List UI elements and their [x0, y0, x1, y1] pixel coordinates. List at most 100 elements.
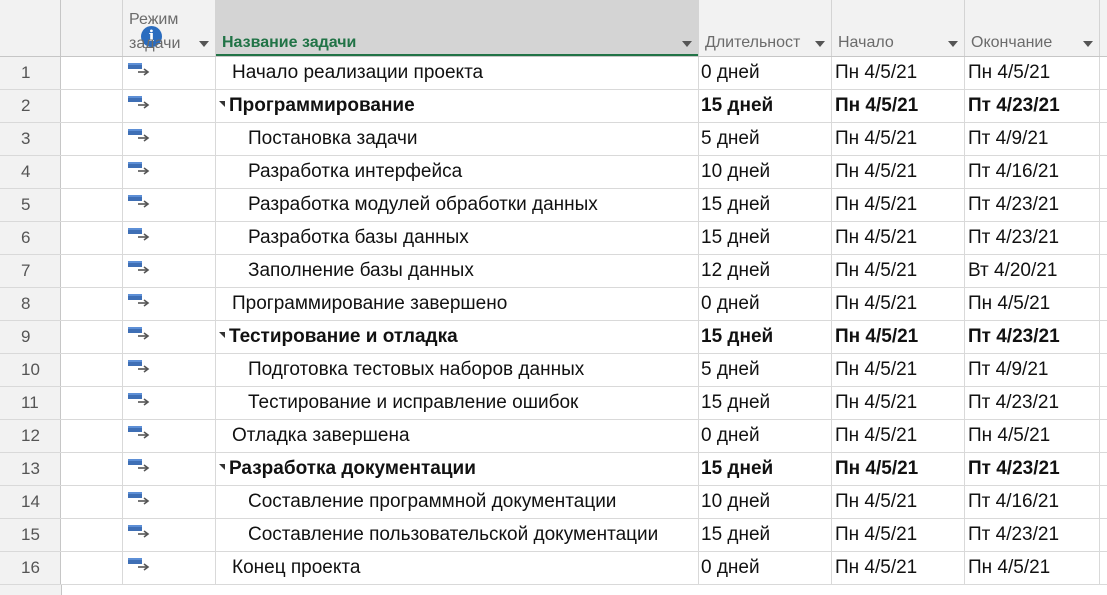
finish-cell[interactable]: Пт 4/23/21: [965, 222, 1100, 254]
indicator-cell[interactable]: [61, 453, 123, 485]
table-row[interactable]: 4 Разработка интерфейса 10 дней Пн 4/5/2…: [0, 156, 1107, 189]
start-cell[interactable]: Пн 4/5/21: [832, 189, 965, 221]
duration-cell[interactable]: 15 дней: [699, 387, 832, 419]
task-name-cell[interactable]: Программирование: [216, 90, 699, 122]
task-mode-cell[interactable]: [123, 354, 216, 386]
start-cell[interactable]: Пн 4/5/21: [832, 321, 965, 353]
task-mode-cell[interactable]: [123, 156, 216, 188]
table-row[interactable]: 2 Программирование 15 дней Пн 4/5/21 Пт …: [0, 90, 1107, 123]
task-mode-cell[interactable]: [123, 519, 216, 551]
start-cell[interactable]: Пн 4/5/21: [832, 453, 965, 485]
start-cell[interactable]: Пн 4/5/21: [832, 288, 965, 320]
task-name-cell[interactable]: Программирование завершено: [216, 288, 699, 320]
duration-cell[interactable]: 15 дней: [699, 453, 832, 485]
task-name-cell[interactable]: Разработка интерфейса: [216, 156, 699, 188]
duration-cell[interactable]: 15 дней: [699, 519, 832, 551]
table-row[interactable]: 6 Разработка базы данных 15 дней Пн 4/5/…: [0, 222, 1107, 255]
duration-cell[interactable]: 10 дней: [699, 156, 832, 188]
indicator-cell[interactable]: [61, 222, 123, 254]
start-cell[interactable]: Пн 4/5/21: [832, 486, 965, 518]
indicator-cell[interactable]: [61, 90, 123, 122]
table-row[interactable]: 5 Разработка модулей обработки данных 15…: [0, 189, 1107, 222]
duration-cell[interactable]: 5 дней: [699, 123, 832, 155]
task-mode-cell[interactable]: [123, 255, 216, 287]
task-name-cell[interactable]: Подготовка тестовых наборов данных: [216, 354, 699, 386]
duration-cell[interactable]: 15 дней: [699, 222, 832, 254]
task-name-cell[interactable]: Отладка завершена: [216, 420, 699, 452]
chevron-down-icon[interactable]: [1083, 41, 1093, 47]
chevron-down-icon[interactable]: [199, 41, 209, 47]
task-name-cell[interactable]: Конец проекта: [216, 552, 699, 584]
column-header-task-name[interactable]: Название задачи: [216, 0, 699, 56]
row-number[interactable]: 7: [0, 255, 61, 287]
task-mode-cell[interactable]: [123, 453, 216, 485]
finish-cell[interactable]: Пт 4/23/21: [965, 519, 1100, 551]
start-cell[interactable]: Пн 4/5/21: [832, 255, 965, 287]
finish-cell[interactable]: Пт 4/9/21: [965, 123, 1100, 155]
indicator-cell[interactable]: [61, 189, 123, 221]
table-row[interactable]: 10 Подготовка тестовых наборов данных 5 …: [0, 354, 1107, 387]
finish-cell[interactable]: Пт 4/16/21: [965, 486, 1100, 518]
finish-cell[interactable]: Вт 4/20/21: [965, 255, 1100, 287]
table-row[interactable]: 3 Постановка задачи 5 дней Пн 4/5/21 Пт …: [0, 123, 1107, 156]
indicator-cell[interactable]: [61, 552, 123, 584]
duration-cell[interactable]: 15 дней: [699, 321, 832, 353]
row-number[interactable]: 13: [0, 453, 61, 485]
indicator-cell[interactable]: [61, 354, 123, 386]
finish-cell[interactable]: Пт 4/23/21: [965, 387, 1100, 419]
duration-cell[interactable]: 12 дней: [699, 255, 832, 287]
task-mode-cell[interactable]: [123, 420, 216, 452]
indicator-cell[interactable]: [61, 321, 123, 353]
task-mode-cell[interactable]: [123, 552, 216, 584]
task-mode-cell[interactable]: [123, 321, 216, 353]
row-number[interactable]: 11: [0, 387, 61, 419]
indicator-cell[interactable]: [61, 486, 123, 518]
duration-cell[interactable]: 0 дней: [699, 288, 832, 320]
task-name-cell[interactable]: Разработка базы данных: [216, 222, 699, 254]
indicator-cell[interactable]: [61, 57, 123, 89]
row-number[interactable]: 6: [0, 222, 61, 254]
finish-cell[interactable]: Пн 4/5/21: [965, 552, 1100, 584]
finish-cell[interactable]: Пт 4/23/21: [965, 189, 1100, 221]
finish-cell[interactable]: Пт 4/23/21: [965, 90, 1100, 122]
task-name-cell[interactable]: Постановка задачи: [216, 123, 699, 155]
task-mode-cell[interactable]: [123, 288, 216, 320]
start-cell[interactable]: Пн 4/5/21: [832, 222, 965, 254]
finish-cell[interactable]: Пн 4/5/21: [965, 288, 1100, 320]
start-cell[interactable]: Пн 4/5/21: [832, 123, 965, 155]
task-mode-cell[interactable]: [123, 222, 216, 254]
column-header-duration[interactable]: Длительност: [699, 0, 832, 56]
column-header-indicators[interactable]: i: [61, 0, 162, 56]
row-number[interactable]: 10: [0, 354, 61, 386]
row-number[interactable]: 5: [0, 189, 61, 221]
start-cell[interactable]: Пн 4/5/21: [832, 90, 965, 122]
column-header-next[interactable]: [1100, 0, 1107, 56]
start-cell[interactable]: Пн 4/5/21: [832, 420, 965, 452]
table-row[interactable]: 14 Составление программной документации …: [0, 486, 1107, 519]
start-cell[interactable]: Пн 4/5/21: [832, 552, 965, 584]
task-name-cell[interactable]: Составление программной документации: [216, 486, 699, 518]
row-number[interactable]: 16: [0, 552, 61, 584]
indicator-cell[interactable]: [61, 288, 123, 320]
table-row[interactable]: 15 Составление пользовательской документ…: [0, 519, 1107, 552]
task-name-cell[interactable]: Заполнение базы данных: [216, 255, 699, 287]
finish-cell[interactable]: Пн 4/5/21: [965, 57, 1100, 89]
row-number[interactable]: 12: [0, 420, 61, 452]
table-row[interactable]: 8 Программирование завершено 0 дней Пн 4…: [0, 288, 1107, 321]
row-number[interactable]: 14: [0, 486, 61, 518]
row-number[interactable]: 15: [0, 519, 61, 551]
finish-cell[interactable]: Пн 4/5/21: [965, 420, 1100, 452]
duration-cell[interactable]: 5 дней: [699, 354, 832, 386]
chevron-down-icon[interactable]: [948, 41, 958, 47]
start-cell[interactable]: Пн 4/5/21: [832, 57, 965, 89]
row-number[interactable]: 8: [0, 288, 61, 320]
indicator-cell[interactable]: [61, 123, 123, 155]
duration-cell[interactable]: 15 дней: [699, 90, 832, 122]
row-number[interactable]: 9: [0, 321, 61, 353]
duration-cell[interactable]: 0 дней: [699, 57, 832, 89]
table-row[interactable]: 7 Заполнение базы данных 12 дней Пн 4/5/…: [0, 255, 1107, 288]
column-header-finish[interactable]: Окончание: [965, 0, 1100, 56]
task-name-cell[interactable]: Разработка документации: [216, 453, 699, 485]
start-cell[interactable]: Пн 4/5/21: [832, 354, 965, 386]
finish-cell[interactable]: Пт 4/23/21: [965, 321, 1100, 353]
